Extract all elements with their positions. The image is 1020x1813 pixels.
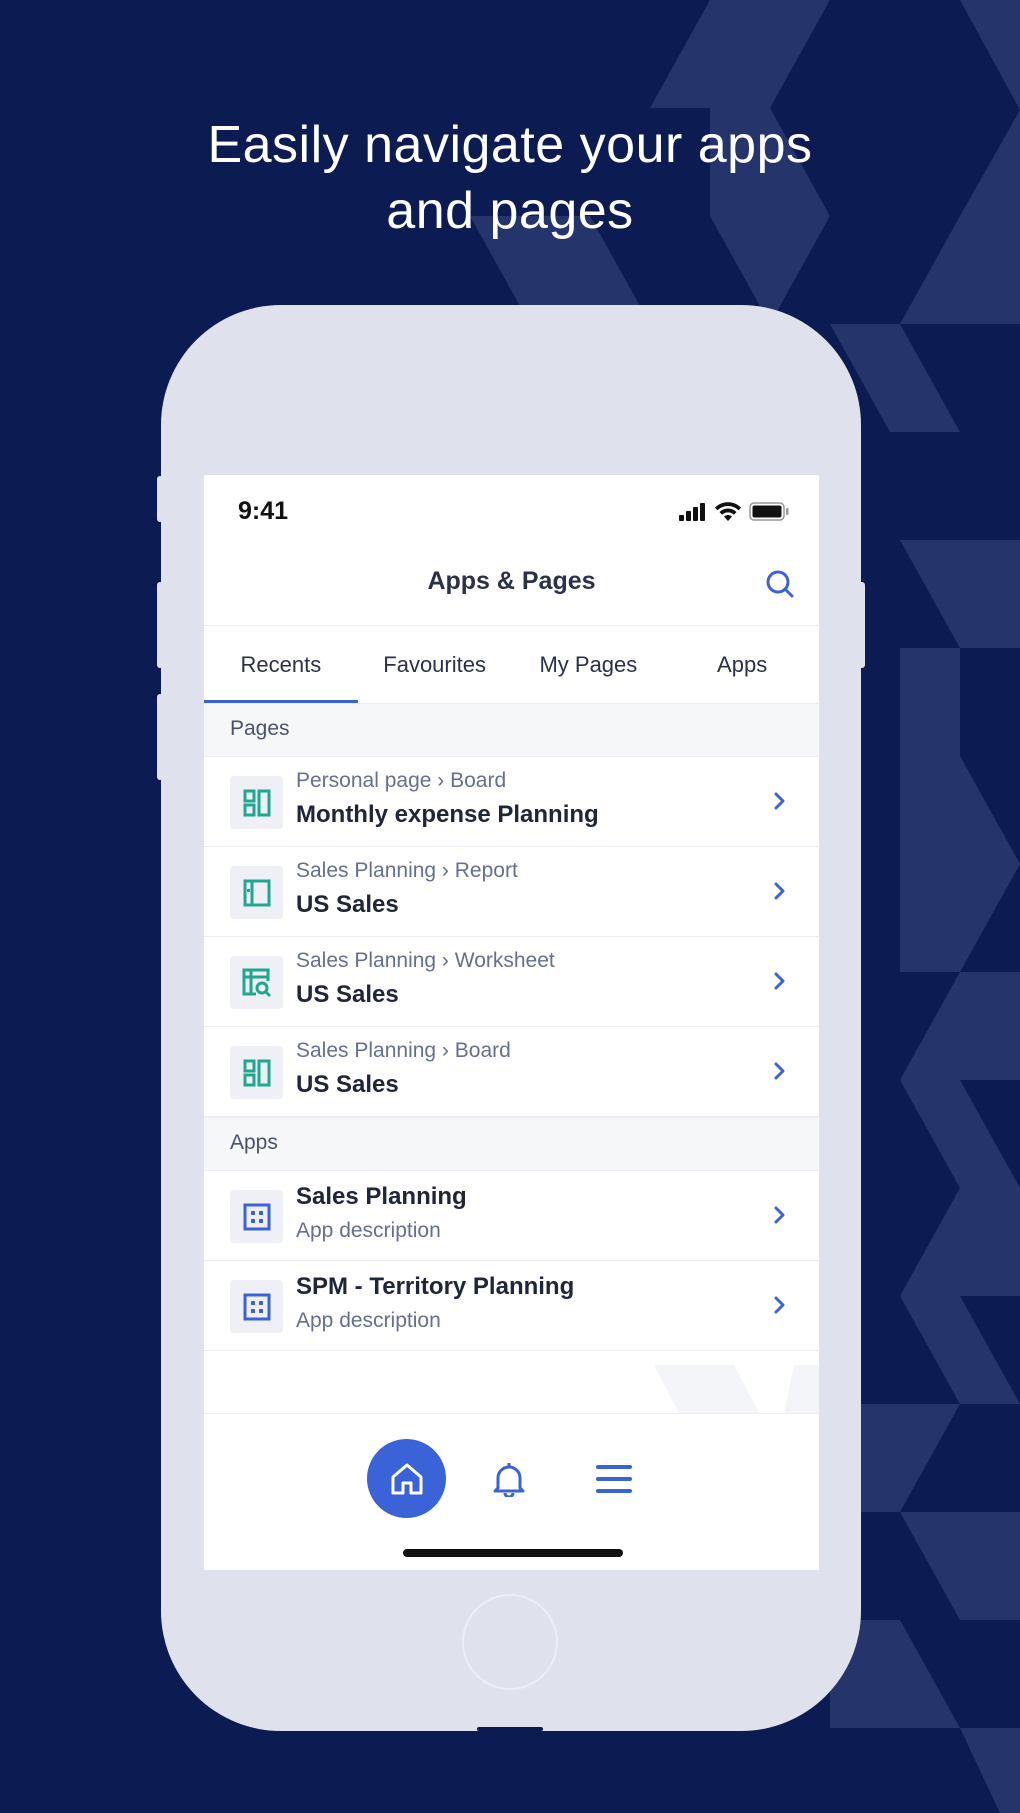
chevron-right-icon: [774, 882, 785, 900]
section-label: Pages: [230, 717, 290, 740]
worksheet-icon: [230, 956, 283, 1009]
tab-my-pages[interactable]: My Pages: [512, 626, 666, 704]
headline-line-2: and pages: [386, 182, 634, 240]
app-grid-icon: [230, 1190, 283, 1243]
page-title: Apps & Pages: [427, 567, 596, 595]
phone-side-button-volume-down: [157, 694, 163, 780]
menu-tab-button[interactable]: [594, 1459, 634, 1499]
section-header-apps: Apps: [204, 1117, 819, 1171]
headline-line-1: Easily navigate your apps: [207, 116, 813, 174]
list-item-path: Sales Planning › Report: [296, 859, 518, 882]
list-item-path: Sales Planning › Board: [296, 1039, 511, 1062]
list-item[interactable]: Sales Planning › Report US Sales: [204, 847, 819, 937]
tab-bar: Recents Favourites My Pages Apps: [204, 625, 819, 704]
list-item-path: Personal page › Board: [296, 769, 507, 792]
list-item-description: App description: [296, 1309, 441, 1332]
chevron-right-icon: [774, 1062, 785, 1080]
signal-icon: [679, 502, 705, 521]
phone-bottom-notch: [477, 1727, 543, 1731]
chevron-right-icon: [774, 1296, 785, 1314]
list-item-title: SPM - Territory Planning: [296, 1273, 575, 1300]
search-icon: [766, 570, 794, 598]
list-item-title: US Sales: [296, 891, 399, 918]
section-header-pages: Pages: [204, 703, 819, 757]
phone-side-button-mute: [157, 476, 163, 522]
home-tab-button[interactable]: [367, 1439, 446, 1518]
list-item-path: Sales Planning › Worksheet: [296, 949, 555, 972]
list-item-title: US Sales: [296, 1071, 399, 1098]
screen-decoration: [654, 1365, 819, 1413]
status-bar: 9:41: [204, 475, 819, 545]
list-item[interactable]: Personal page › Board Monthly expense Pl…: [204, 757, 819, 847]
bottom-nav: [204, 1413, 819, 1570]
home-icon: [391, 1463, 422, 1494]
list-item-description: App description: [296, 1219, 441, 1242]
phone-screen: 9:41 Apps & Pages Recents Favourites My …: [204, 475, 819, 1570]
app-grid-icon: [230, 1280, 283, 1333]
status-time: 9:41: [238, 497, 289, 525]
wifi-icon: [715, 502, 741, 521]
list-item-title: Monthly expense Planning: [296, 801, 599, 828]
list-item-title: Sales Planning: [296, 1183, 467, 1210]
list-item[interactable]: Sales Planning App description: [204, 1171, 819, 1261]
headline: Easily navigate your apps and pages: [0, 112, 1020, 244]
tab-favourites[interactable]: Favourites: [358, 626, 512, 704]
phone-side-button-power: [859, 582, 865, 668]
phone-home-button: [462, 1594, 558, 1690]
tab-recents[interactable]: Recents: [204, 626, 358, 704]
search-button[interactable]: [763, 567, 797, 601]
section-label: Apps: [230, 1131, 278, 1154]
phone-side-button-volume-up: [157, 582, 163, 668]
list-item[interactable]: SPM - Territory Planning App description: [204, 1261, 819, 1351]
chevron-right-icon: [774, 792, 785, 810]
chevron-right-icon: [774, 972, 785, 990]
home-indicator: [403, 1549, 623, 1557]
chevron-right-icon: [774, 1206, 785, 1224]
report-icon: [230, 866, 283, 919]
list-item-title: US Sales: [296, 981, 399, 1008]
list-item[interactable]: Sales Planning › Board US Sales: [204, 1027, 819, 1117]
battery-icon: [749, 502, 789, 521]
status-icons: [679, 502, 789, 521]
board-icon: [230, 776, 283, 829]
hamburger-menu-icon: [596, 1465, 632, 1493]
list-item[interactable]: Sales Planning › Worksheet US Sales: [204, 937, 819, 1027]
tab-apps[interactable]: Apps: [665, 626, 819, 704]
board-icon: [230, 1046, 283, 1099]
nav-bar: Apps & Pages: [204, 545, 819, 625]
bell-icon: [493, 1463, 525, 1497]
notifications-tab-button[interactable]: [489, 1459, 529, 1499]
